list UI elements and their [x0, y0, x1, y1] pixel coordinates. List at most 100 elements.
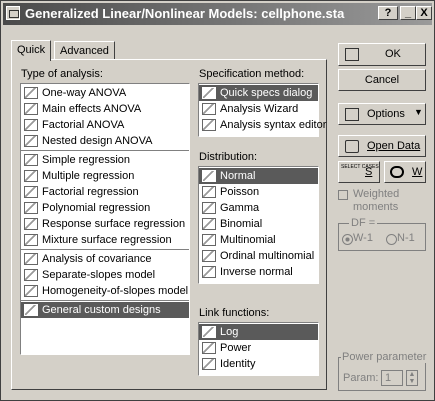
options-icon [345, 108, 359, 121]
analysis-item[interactable]: Homogeneity-of-slopes model [21, 283, 189, 299]
distribution-item[interactable]: Normal [199, 168, 318, 184]
analysis-item[interactable]: Main effects ANOVA [21, 101, 189, 117]
analysis-item[interactable]: One-way ANOVA [21, 85, 189, 101]
simple-regression-icon [24, 154, 38, 166]
tab-advanced[interactable]: Advanced [54, 41, 115, 60]
tab-quick[interactable]: Quick [11, 40, 52, 61]
analysis-item[interactable]: Analysis of covariance [21, 251, 189, 267]
distribution-item-label: Normal [220, 170, 256, 182]
cancel-button[interactable]: Cancel [338, 69, 426, 91]
link-functions-label: Link functions: [199, 307, 270, 319]
df-w1-radio[interactable] [342, 234, 353, 245]
one-way-anova-icon [24, 87, 38, 99]
link-function-item-label: Identity [220, 358, 256, 370]
param-input[interactable]: 1 [381, 370, 403, 386]
param-spinner[interactable]: ▲ ▼ [406, 370, 418, 386]
specification-item[interactable]: Analysis Wizard [199, 101, 318, 117]
title-bar: Generalized Linear/Nonlinear Models: cel… [3, 3, 432, 25]
syntax-editor-icon [202, 119, 216, 131]
open-data-button[interactable]: Open Data [338, 135, 426, 157]
specification-method-label: Specification method: [199, 68, 305, 80]
power-parameter-label: Power parameter [341, 351, 428, 363]
analysis-item-label: Factorial regression [42, 186, 139, 198]
analysis-item-label: Main effects ANOVA [42, 103, 142, 115]
analysis-item[interactable]: Factorial ANOVA [21, 117, 189, 133]
normal-dist-icon [202, 170, 216, 182]
distribution-item[interactable]: Multinomial [199, 232, 318, 248]
dialog-window: Generalized Linear/Nonlinear Models: cel… [0, 0, 435, 401]
separate-slopes-icon [24, 269, 38, 281]
distribution-item[interactable]: Binomial [199, 216, 318, 232]
response-surface-icon [24, 218, 38, 230]
factorial-icon [24, 119, 38, 131]
analysis-item[interactable]: Mixture surface regression [21, 232, 189, 248]
identity-link-icon [202, 358, 216, 370]
analysis-group: Analysis of covariance Separate-slopes mo… [21, 250, 189, 301]
df-label: DF = [349, 217, 378, 229]
select-cases-button[interactable]: SELECT CASES S [338, 161, 380, 183]
link-functions-list: Log Power Identity [198, 322, 319, 376]
analysis-item-label: Mixture surface regression [42, 234, 172, 246]
options-button[interactable]: Options ▼ [338, 103, 426, 125]
multiple-regression-icon [24, 170, 38, 182]
specification-item-label: Quick specs dialog [220, 87, 313, 99]
analysis-item-label: Nested design ANOVA [42, 135, 153, 147]
ok-button[interactable]: OK [338, 43, 426, 66]
analysis-item-label: Factorial ANOVA [42, 119, 125, 131]
weighted-moments-checkbox[interactable] [338, 190, 348, 200]
analysis-item-label: General custom designs [42, 304, 161, 316]
type-of-analysis-list: One-way ANOVA Main effects ANOVA Factorial… [20, 83, 190, 355]
inverse-normal-dist-icon [202, 266, 216, 278]
chevron-down-icon: ▼ [414, 107, 423, 117]
folder-icon [345, 140, 359, 153]
df-n1-radio[interactable] [386, 234, 397, 245]
log-link-icon [202, 326, 216, 338]
analysis-item[interactable]: Response surface regression [21, 216, 189, 232]
power-link-icon [202, 342, 216, 354]
specification-item[interactable]: Analysis syntax editor [199, 117, 326, 133]
distribution-item-label: Binomial [220, 218, 263, 230]
distribution-label: Distribution: [199, 151, 258, 163]
distribution-item[interactable]: Poisson [199, 184, 318, 200]
weight-button[interactable]: W [384, 161, 426, 183]
link-function-item[interactable]: Identity [199, 356, 318, 372]
distribution-item[interactable]: Ordinal multinomial [199, 248, 318, 264]
link-function-item[interactable]: Power [199, 340, 318, 356]
custom-designs-icon [24, 304, 38, 316]
distribution-item-label: Gamma [220, 202, 260, 214]
distribution-item[interactable]: Gamma [199, 200, 318, 216]
distribution-item-label: Inverse normal [220, 266, 293, 278]
distribution-item-label: Multinomial [220, 234, 276, 246]
minimize-button[interactable]: _ [400, 6, 416, 20]
covariance-icon [24, 253, 38, 265]
analysis-item-label: Polynomial regression [42, 202, 151, 214]
analysis-item[interactable]: Factorial regression [21, 184, 189, 200]
analysis-group: Simple regression Multiple regression Fact… [21, 151, 189, 250]
analysis-group: General custom designs [21, 301, 189, 319]
analysis-item-label: Homogeneity-of-slopes model [42, 285, 189, 297]
binomial-dist-icon [202, 218, 216, 230]
specification-method-list: Quick specs dialog Analysis Wizard Analysi… [198, 83, 326, 137]
wizard-icon [202, 103, 216, 115]
analysis-item[interactable]: Separate-slopes model [21, 267, 189, 283]
link-function-item[interactable]: Log [199, 324, 318, 340]
poisson-dist-icon [202, 186, 216, 198]
analysis-item[interactable]: Polynomial regression [21, 200, 189, 216]
close-button[interactable]: X [416, 6, 432, 20]
distribution-item[interactable]: Inverse normal [199, 264, 318, 280]
link-function-item-label: Log [220, 326, 239, 338]
analysis-item[interactable]: Nested design ANOVA [21, 133, 189, 149]
specification-item-label: Analysis Wizard [220, 103, 299, 115]
quick-specs-icon [202, 87, 216, 99]
specification-item[interactable]: Quick specs dialog [199, 85, 318, 101]
help-button[interactable]: ? [378, 6, 398, 20]
analysis-item[interactable]: Multiple regression [21, 168, 189, 184]
window-title: Generalized Linear/Nonlinear Models: cel… [25, 6, 345, 21]
analysis-item[interactable]: Simple regression [21, 152, 189, 168]
analysis-item[interactable]: General custom designs [21, 302, 189, 318]
gamma-dist-icon [202, 202, 216, 214]
distribution-item-label: Ordinal multinomial [220, 250, 315, 262]
weighted-moments-label: Weighted moments [353, 188, 400, 213]
factorial-regression-icon [24, 186, 38, 198]
power-parameter-group: Power parameter Param: 1 ▲ ▼ [338, 351, 428, 391]
